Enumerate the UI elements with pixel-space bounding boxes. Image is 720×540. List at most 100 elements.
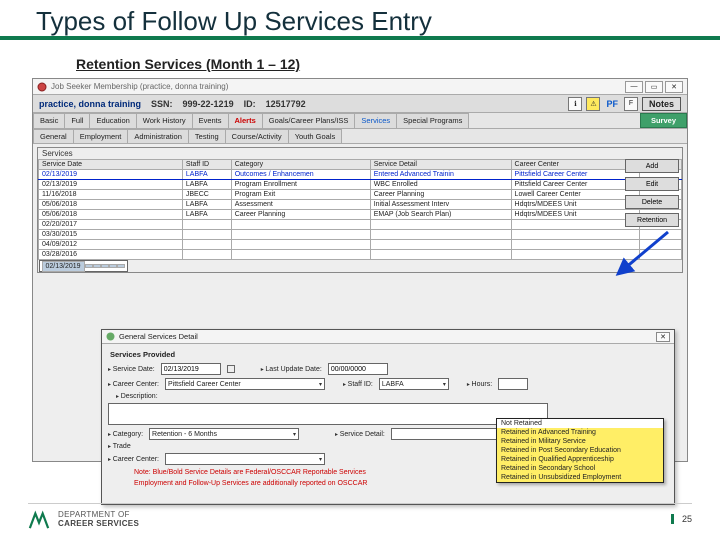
close-button[interactable]: ✕ <box>665 81 683 93</box>
service-date-label: Service Date: <box>108 366 155 373</box>
table-cell: 03/30/2015 <box>39 230 183 240</box>
ssn-value: 999-22-1219 <box>183 99 234 109</box>
col-header[interactable]: Staff ID <box>182 160 231 170</box>
window-title-text: Job Seeker Membership (practice, donna t… <box>51 82 228 91</box>
col-header[interactable]: Service Detail <box>370 160 511 170</box>
dialog-title: General Services Detail <box>119 332 198 341</box>
edit-button[interactable]: Edit <box>625 177 679 191</box>
services-provided-label: Services Provided <box>110 350 668 359</box>
table-row[interactable]: 02/20/2017 <box>39 220 682 230</box>
survey-button[interactable]: Survey <box>640 113 687 128</box>
flag-icon[interactable]: F <box>624 97 638 111</box>
title-rule <box>0 36 720 40</box>
alert-icon[interactable]: ⚠ <box>586 97 600 111</box>
tab-special-programs[interactable]: Special Programs <box>396 113 469 128</box>
dropdown-option[interactable]: Retained in Military Service <box>497 437 663 446</box>
info-icon[interactable]: ℹ <box>568 97 582 111</box>
tab-full[interactable]: Full <box>64 113 90 128</box>
table-row[interactable]: 11/16/2018JBECCProgram ExitCareer Planni… <box>39 190 682 200</box>
subtab-testing[interactable]: Testing <box>188 129 226 143</box>
slide-subtitle: Retention Services (Month 1 – 12) <box>76 56 300 72</box>
staff-id-select[interactable]: LABFA▾ <box>379 378 449 390</box>
hours-input[interactable] <box>498 378 528 390</box>
dialog-icon <box>106 332 115 341</box>
category-label: Category: <box>108 431 143 438</box>
page-number: 25 <box>671 514 692 524</box>
table-row[interactable]: 02/13/2019LABFAProgram EnrollmentWBC Enr… <box>39 180 682 190</box>
col-header[interactable]: Career Center <box>511 160 640 170</box>
career-center-label: Career Center: <box>108 381 159 388</box>
dropdown-option[interactable]: Retained in Advanced Training <box>497 428 663 437</box>
table-cell: Hdqtrs/MDEES Unit <box>511 210 640 220</box>
service-date-input[interactable] <box>161 363 221 375</box>
category-select[interactable]: Retention - 6 Months▾ <box>149 428 299 440</box>
table-cell: Career Planning <box>231 210 370 220</box>
career-center-select[interactable]: Pittsfield Career Center▾ <box>165 378 325 390</box>
description-textarea[interactable] <box>108 403 548 425</box>
notes-button[interactable]: Notes <box>642 97 681 111</box>
delete-button[interactable]: Delete <box>625 195 679 209</box>
add-button[interactable]: Add <box>625 159 679 173</box>
dropdown-option[interactable]: Not Retained <box>497 419 663 428</box>
subtab-administration[interactable]: Administration <box>127 129 189 143</box>
table-row[interactable]: 03/30/2015 <box>39 230 682 240</box>
career-center-2-select[interactable]: ▾ <box>165 453 325 465</box>
subtab-general[interactable]: General <box>33 129 74 143</box>
retention-button[interactable]: Retention <box>625 213 679 227</box>
maximize-button[interactable]: ▭ <box>645 81 663 93</box>
table-row[interactable]: 03/28/2016 <box>39 250 682 260</box>
table-cell: LABFA <box>182 210 231 220</box>
dropdown-option[interactable]: Retained in Qualified Apprenticeship <box>497 455 663 464</box>
services-table[interactable]: Service DateStaff IDCategoryService Deta… <box>38 159 682 272</box>
minimize-button[interactable]: — <box>625 81 643 93</box>
tab-education[interactable]: Education <box>89 113 136 128</box>
tab-services[interactable]: Services <box>354 113 397 128</box>
dropdown-option[interactable]: Retained in Unsubsidized Employment <box>497 473 663 482</box>
table-row[interactable]: 05/06/2018LABFACareer PlanningEMAP (Job … <box>39 210 682 220</box>
subtab-youth-goals[interactable]: Youth Goals <box>288 129 343 143</box>
table-cell: JBECC <box>182 190 231 200</box>
col-header[interactable]: Category <box>231 160 370 170</box>
tab-basic[interactable]: Basic <box>33 113 65 128</box>
annotation-arrow <box>613 229 673 279</box>
last-update-input <box>328 363 388 375</box>
id-label: ID: <box>244 99 256 109</box>
table-cell: 11/16/2018 <box>39 190 183 200</box>
table-row[interactable]: 02/13/2019LABFAOutcomes / EnhancemenEnte… <box>39 170 682 180</box>
dialog-close-button[interactable]: ✕ <box>656 332 670 342</box>
col-header[interactable]: Service Date <box>39 160 183 170</box>
table-cell: 02/13/2019 <box>39 180 183 190</box>
subtab-employment[interactable]: Employment <box>73 129 129 143</box>
table-cell <box>231 220 370 230</box>
subtab-course-activity[interactable]: Course/Activity <box>225 129 289 143</box>
table-cell: 02/13/2019 <box>39 170 183 180</box>
tab-goals-career-plans-iss[interactable]: Goals/Career Plans/ISS <box>262 113 356 128</box>
hours-label: Hours: <box>467 381 492 388</box>
table-cell <box>109 264 117 268</box>
dropdown-option[interactable]: Retained in Post Secondary Education <box>497 446 663 455</box>
services-panel: Services Service DateStaff IDCategorySer… <box>37 147 683 273</box>
table-row[interactable]: 02/13/2019 <box>39 260 128 272</box>
tab-alerts[interactable]: Alerts <box>228 113 263 128</box>
dropdown-option[interactable]: Retained in Secondary School <box>497 464 663 473</box>
description-label: Description: <box>116 393 158 400</box>
ssn-label: SSN: <box>151 99 173 109</box>
department-name: DEPARTMENT OF CAREER SERVICES <box>58 510 139 528</box>
table-cell <box>511 220 640 230</box>
table-row[interactable]: 05/06/2018LABFAAssessmentInitial Assessm… <box>39 200 682 210</box>
slide-footer: DEPARTMENT OF CAREER SERVICES 25 <box>28 503 692 530</box>
tab-events[interactable]: Events <box>192 113 229 128</box>
table-row[interactable]: 04/09/2012 <box>39 240 682 250</box>
table-cell <box>231 240 370 250</box>
service-detail-dropdown[interactable]: Not RetainedRetained in Advanced Trainin… <box>496 418 664 483</box>
table-cell: 03/28/2016 <box>39 250 183 260</box>
date-picker-icon[interactable] <box>227 365 235 373</box>
table-cell: Initial Assessment Interv <box>370 200 511 210</box>
chevron-down-icon: ▾ <box>319 381 322 388</box>
dialog-title-bar: General Services Detail ✕ <box>102 330 674 344</box>
tab-work-history[interactable]: Work History <box>136 113 193 128</box>
table-cell <box>370 230 511 240</box>
chevron-down-icon: ▾ <box>293 431 296 438</box>
table-cell <box>231 230 370 240</box>
table-cell: Program Exit <box>231 190 370 200</box>
